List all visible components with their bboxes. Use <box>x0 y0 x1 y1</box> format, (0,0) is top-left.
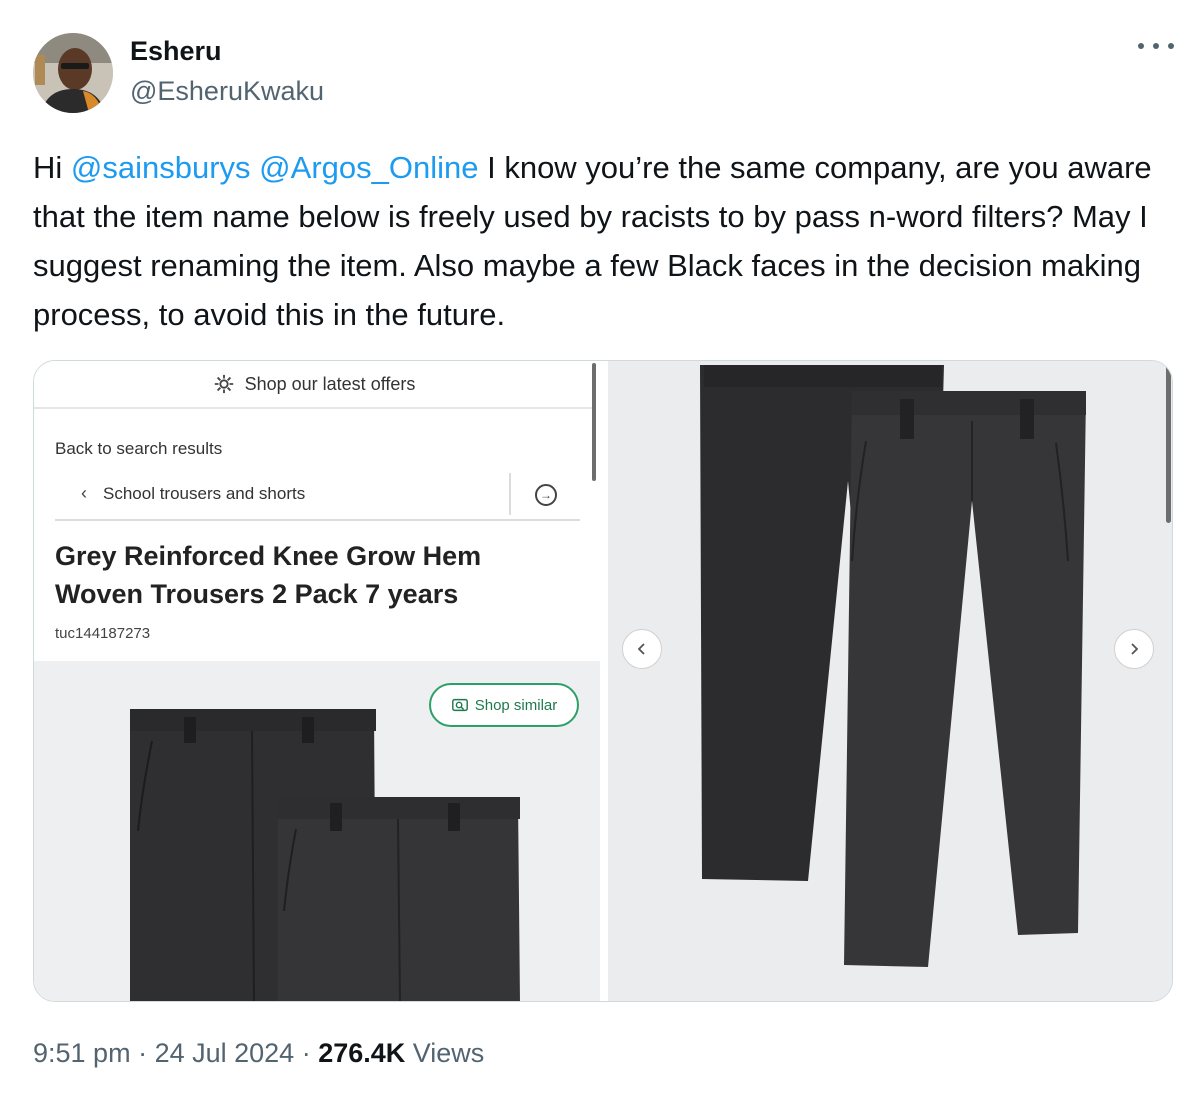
media-container[interactable]: Shop our latest offers Back to search re… <box>33 360 1173 1002</box>
tweet-time[interactable]: 9:51 pm <box>33 1038 131 1068</box>
breadcrumb: ‹ School trousers and shorts → <box>55 469 580 521</box>
breadcrumb-label: School trousers and shorts <box>103 484 306 503</box>
display-name[interactable]: Esheru <box>130 36 222 67</box>
meta-separator: · <box>130 1038 155 1068</box>
scrollbar <box>1166 363 1171 523</box>
views-label: Views <box>405 1038 485 1068</box>
mention-argos[interactable]: @Argos_Online <box>259 150 478 185</box>
product-page-screenshot[interactable]: Shop our latest offers Back to search re… <box>34 361 600 1001</box>
greeting-text: Hi <box>33 150 71 185</box>
back-to-results-link: Back to search results <box>55 439 223 458</box>
product-code: tuc144187273 <box>55 625 151 642</box>
camera-search-icon <box>451 698 468 712</box>
more-dot-icon <box>1168 43 1174 49</box>
more-options-button[interactable] <box>1138 34 1174 58</box>
chevron-right-icon <box>1131 643 1139 655</box>
tweet-meta: 9:51 pm · 24 Jul 2024 · 276.4K Views <box>33 1038 484 1069</box>
trousers-gallery-image <box>608 361 1172 1001</box>
media-divider <box>600 361 608 1001</box>
shop-similar-button[interactable]: Shop similar <box>429 683 579 727</box>
product-gallery-image[interactable] <box>608 361 1172 1001</box>
avatar-image <box>33 33 113 113</box>
more-dot-icon <box>1138 43 1144 49</box>
scrollbar <box>592 363 596 481</box>
space-text <box>251 150 260 185</box>
mention-sainsburys[interactable]: @sainsburys <box>71 150 251 185</box>
more-dot-icon <box>1153 43 1159 49</box>
arrow-right-circle-icon: → <box>535 484 557 506</box>
gear-icon <box>214 374 233 394</box>
views-count[interactable]: 276.4K <box>318 1038 405 1068</box>
tweet: Esheru @EsheruKwaku Hi @sainsburys @Argo… <box>0 0 1200 1106</box>
avatar[interactable] <box>33 33 113 113</box>
gallery-prev-button[interactable] <box>622 629 662 669</box>
tweet-date[interactable]: 24 Jul 2024 <box>155 1038 295 1068</box>
chevron-left-icon: ‹ <box>81 483 87 503</box>
meta-separator: · <box>294 1038 319 1068</box>
offers-bar: Shop our latest offers <box>34 361 594 409</box>
breadcrumb-divider <box>509 473 511 515</box>
offers-label: Shop our latest offers <box>244 373 416 394</box>
chevron-left-icon <box>637 643 645 655</box>
handle[interactable]: @EsheruKwaku <box>130 76 324 107</box>
gallery-next-button[interactable] <box>1114 629 1154 669</box>
product-title: Grey Reinforced Knee Grow Hem Woven Trou… <box>55 541 482 609</box>
tweet-text: Hi @sainsburys @Argos_Online I know you’… <box>33 143 1173 339</box>
shop-similar-label: Shop similar <box>474 696 558 714</box>
